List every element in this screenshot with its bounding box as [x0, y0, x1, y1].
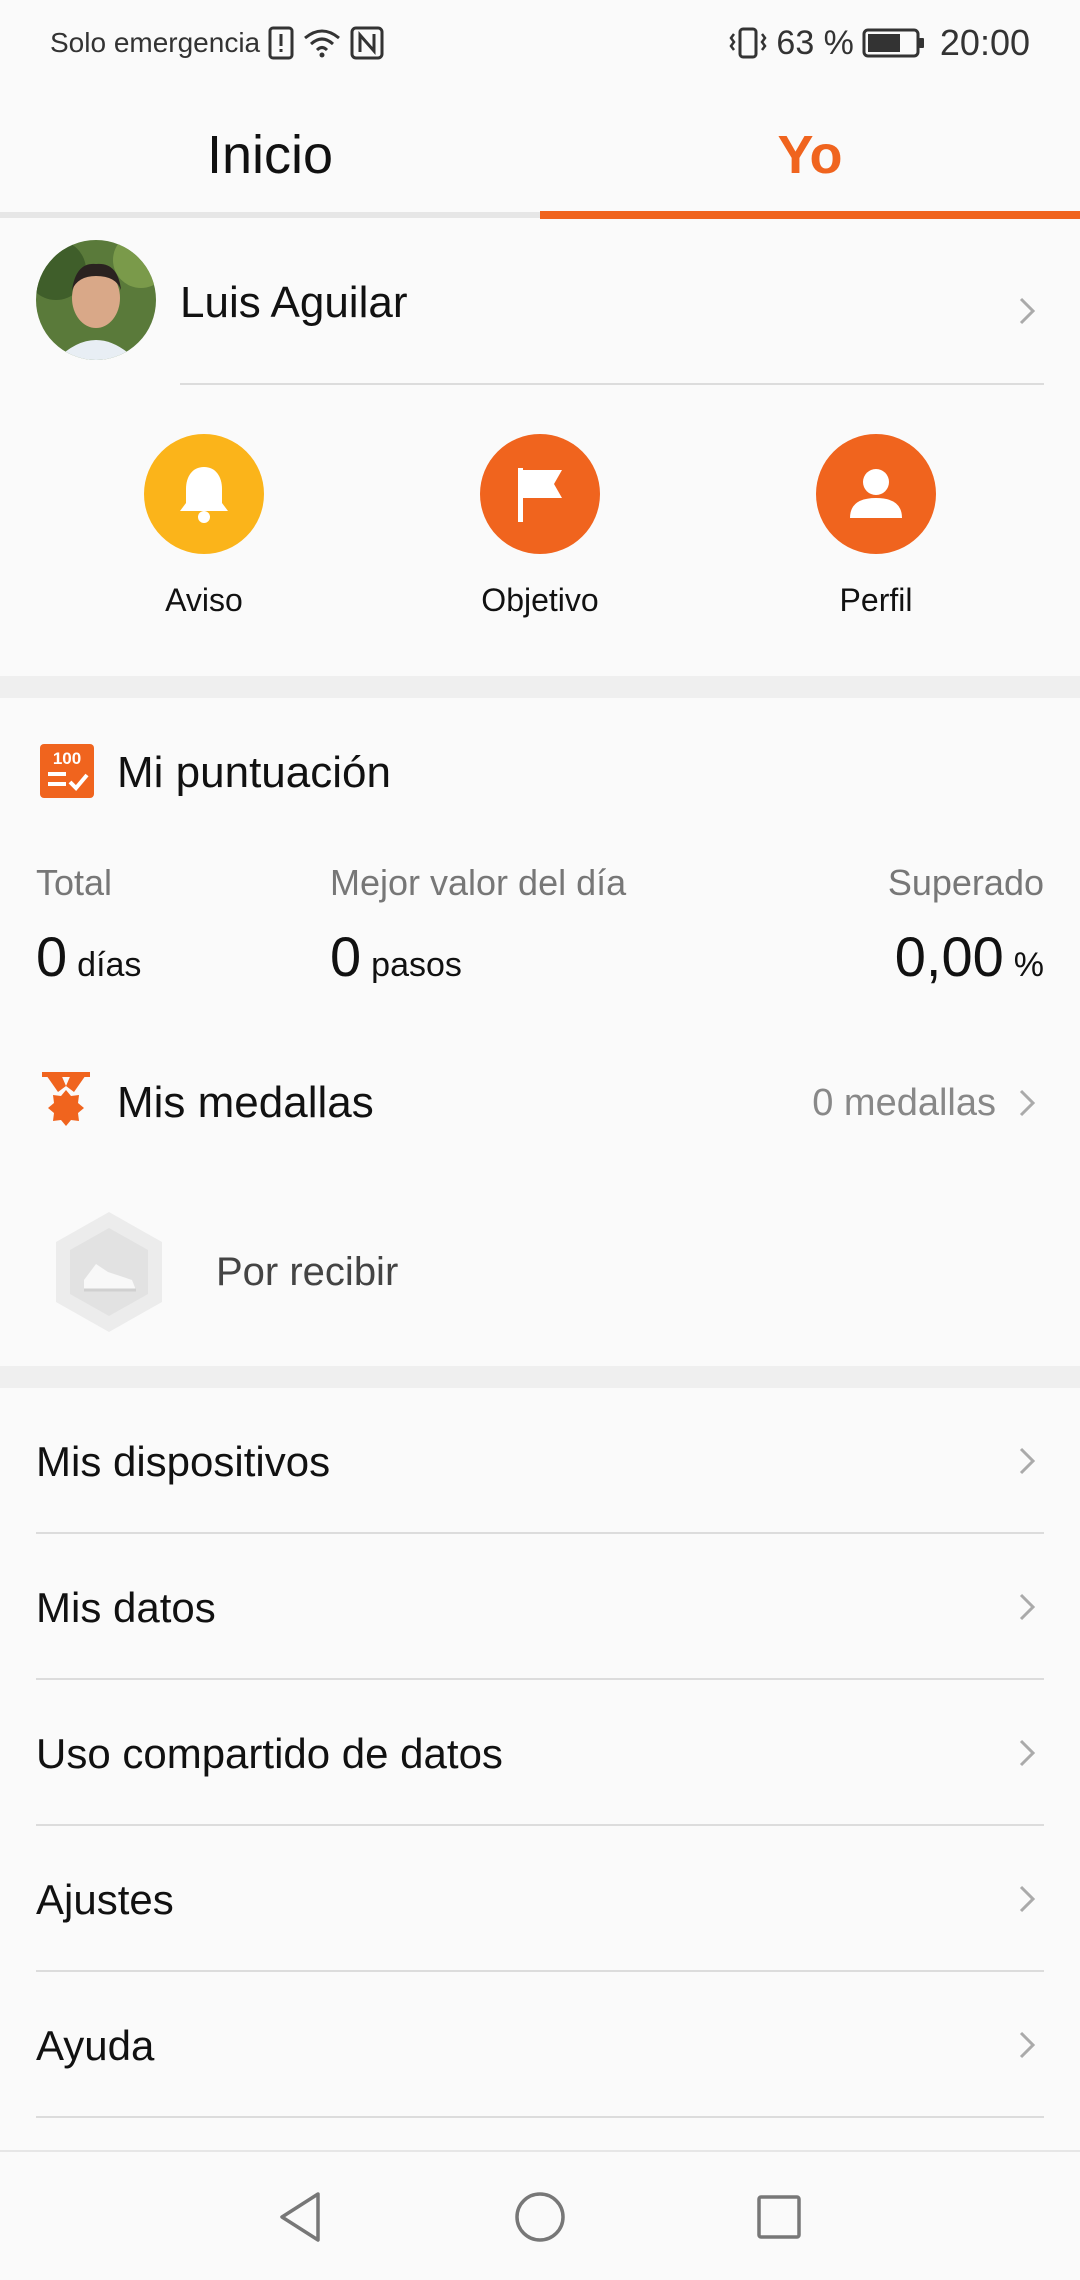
- medals-count: 0 medallas: [812, 1082, 996, 1124]
- tab-track: [0, 212, 540, 218]
- menu-item-ayuda[interactable]: Ayuda: [0, 1972, 1080, 2118]
- aviso-circle: [144, 434, 264, 554]
- total-value: 0 días: [36, 924, 141, 989]
- profile-divider: [180, 383, 1044, 385]
- back-triangle-icon: [280, 2192, 320, 2242]
- top-tabs: Inicio Yo: [0, 90, 1080, 220]
- total-unit: días: [77, 946, 142, 984]
- flag-icon: [518, 468, 562, 522]
- best-value: 0 pasos: [330, 924, 462, 989]
- profile-name: Luis Aguilar: [180, 278, 408, 327]
- best-number: 0: [330, 925, 362, 988]
- menu-item-label: Ajustes: [36, 1876, 174, 1923]
- total-number: 0: [36, 925, 68, 988]
- list-divider: [36, 2116, 1044, 2118]
- home-circle-icon: [515, 2192, 565, 2242]
- objetivo-button[interactable]: Objetivo: [440, 434, 640, 619]
- best-unit: pasos: [371, 946, 462, 984]
- nfc-icon: [350, 26, 384, 60]
- menu-item-mis-datos[interactable]: Mis datos: [0, 1534, 1080, 1680]
- medals-row[interactable]: Mis medallas 0 medallas: [0, 1048, 1080, 1158]
- menu-item-label: Mis datos: [36, 1584, 216, 1631]
- perfil-label: Perfil: [839, 582, 913, 618]
- sim-alert-icon: [268, 26, 294, 60]
- score-title: Mi puntuación: [117, 748, 391, 797]
- menu-item-label: Mis dispositivos: [36, 1438, 331, 1485]
- chevron-right-icon: [1019, 1447, 1036, 1475]
- score-100-icon: 100: [40, 744, 94, 798]
- status-bar: Solo emergencia 63 % 20:00: [0, 0, 1080, 90]
- objetivo-circle: [480, 434, 600, 554]
- nav-recents-button[interactable]: [744, 2182, 814, 2252]
- menu-item-uso-compartido[interactable]: Uso compartido de datos: [0, 1680, 1080, 1826]
- perfil-circle: [816, 434, 936, 554]
- objetivo-label: Objetivo: [481, 582, 599, 618]
- medal-pending-label: Por recibir: [216, 1250, 399, 1294]
- medals-title: Mis medallas: [117, 1078, 374, 1127]
- system-nav-bar: [0, 2150, 1080, 2280]
- nav-home-button[interactable]: [505, 2182, 575, 2252]
- tab-inicio[interactable]: Inicio: [0, 90, 540, 220]
- exceeded-number: 0,00: [894, 925, 1004, 988]
- person-icon: [850, 469, 902, 518]
- section-gap: [0, 676, 1080, 698]
- clock: 20:00: [939, 22, 1030, 63]
- best-label: Mejor valor del día: [330, 862, 627, 903]
- chevron-right-icon: [1019, 1089, 1036, 1117]
- tab-yo[interactable]: Yo: [540, 90, 1080, 220]
- status-right: 63 % 20:00: [728, 22, 1030, 64]
- chevron-right-icon: [1019, 1885, 1036, 1913]
- menu-item-mis-dispositivos[interactable]: Mis dispositivos: [0, 1388, 1080, 1534]
- aviso-button[interactable]: Aviso: [104, 434, 304, 619]
- nav-back-button[interactable]: [266, 2182, 336, 2252]
- profile-row[interactable]: Luis Aguilar: [0, 220, 1080, 385]
- chevron-right-icon: [1019, 297, 1036, 325]
- status-left: Solo emergencia: [50, 26, 384, 60]
- battery-percent: 63 %: [776, 23, 854, 62]
- avatar: [36, 240, 156, 360]
- section-gap: [0, 1366, 1080, 1388]
- chevron-right-icon: [1019, 1593, 1036, 1621]
- tab-active-indicator: [540, 211, 1080, 219]
- menu-item-ajustes[interactable]: Ajustes: [0, 1826, 1080, 1972]
- medal-icon: [42, 1072, 90, 1126]
- exceeded-value: 0,00%: [895, 924, 1044, 989]
- carrier-text: Solo emergencia: [50, 27, 261, 58]
- perfil-button[interactable]: Perfil: [776, 434, 976, 619]
- exceeded-label: Superado: [887, 862, 1044, 903]
- score-section: 100 Mi puntuación Total 0 días Mejor valo…: [0, 698, 1080, 1366]
- total-label: Total: [36, 862, 113, 903]
- chevron-right-icon: [1019, 2031, 1036, 2059]
- menu-item-label: Ayuda: [36, 2022, 155, 2069]
- battery-icon: [862, 28, 924, 58]
- wifi-icon: [304, 29, 341, 58]
- bell-icon: [180, 467, 228, 523]
- vibrate-icon: [729, 27, 767, 59]
- menu-item-label: Uso compartido de datos: [36, 1730, 503, 1777]
- sneaker-medal-icon: [56, 1212, 162, 1332]
- chevron-right-icon: [1019, 1739, 1036, 1767]
- profile-section: Luis Aguilar Aviso Objetivo Perfil: [0, 220, 1080, 670]
- svg-text:100: 100: [53, 749, 81, 768]
- aviso-label: Aviso: [165, 582, 243, 618]
- exceeded-unit: %: [1013, 946, 1044, 984]
- recents-square-icon: [757, 2195, 801, 2239]
